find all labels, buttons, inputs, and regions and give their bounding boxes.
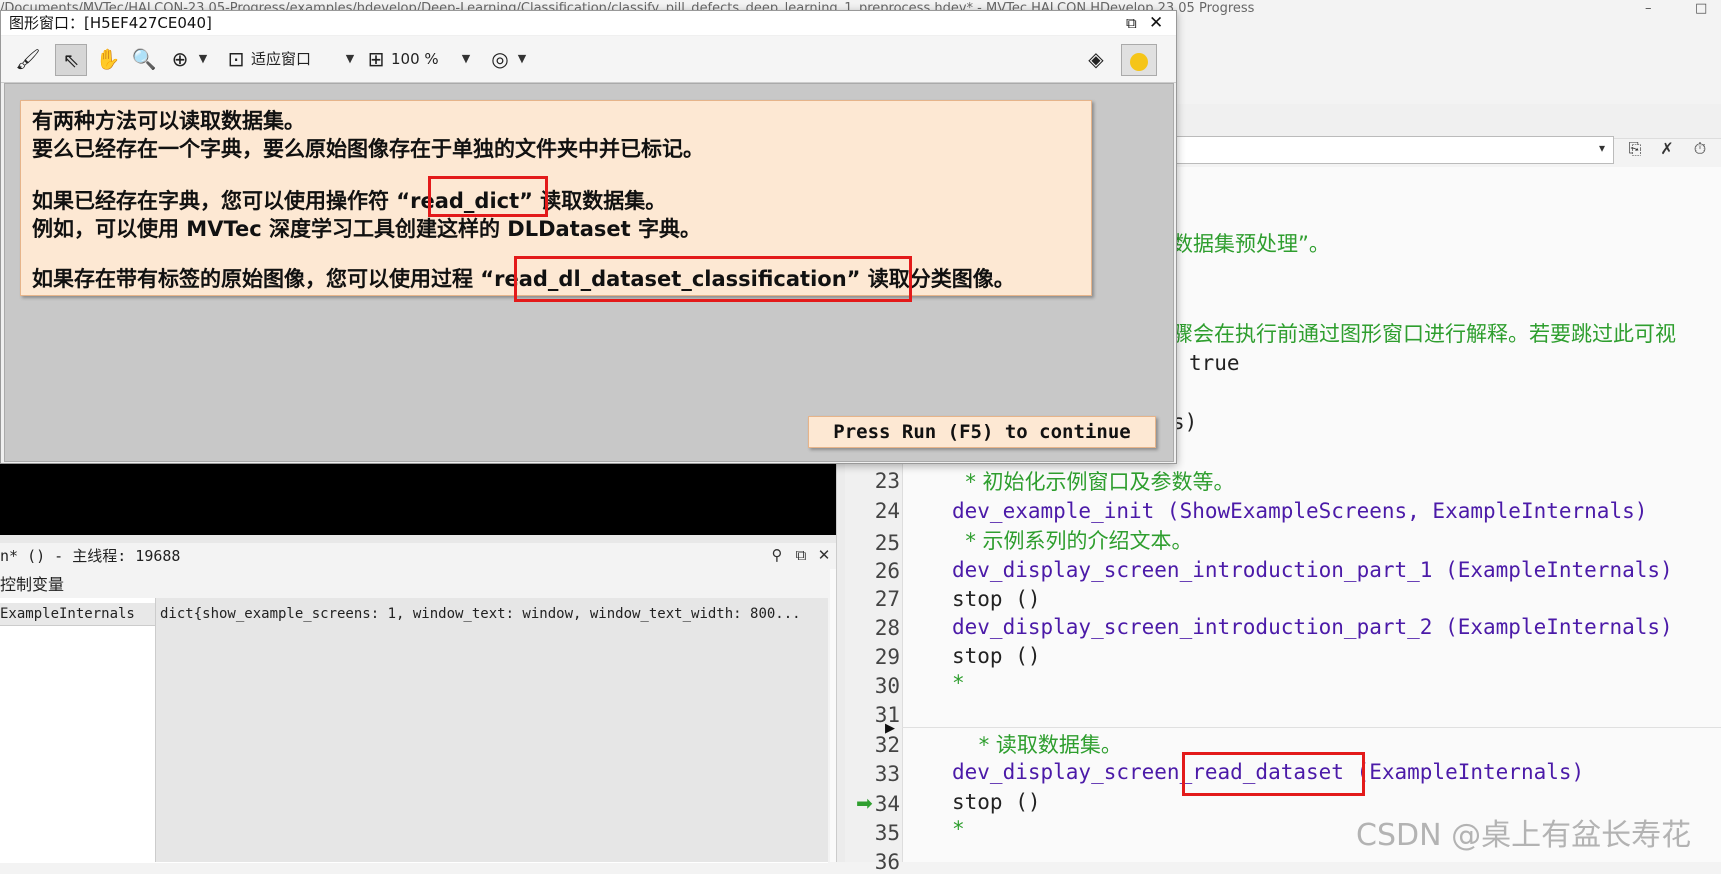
line-number: 32 <box>874 733 900 757</box>
program-counter-arrow-icon: ➡ <box>856 791 873 815</box>
code-fragment: 骤会在执行前通过图形窗口进行解释。若要跳过此可视 <box>1172 322 1676 346</box>
code-line: * 读取数据集。 <box>952 733 1122 757</box>
graphics-toolbar: 🖌 ⇖ ✋ 🔍 ⊕ ▼ ⊡ 适应窗口 ▼ ⊞ 100 % ▼ ◎ ▼ ◈ <box>1 36 1176 83</box>
code-line: stop () <box>952 790 1041 814</box>
graphics-window-title: 图形窗口：[H5EF427CE040] <box>9 14 212 32</box>
graphics-canvas-background <box>0 462 836 535</box>
restore-icon[interactable]: ⧉ <box>1126 11 1137 35</box>
chevron-down-icon[interactable]: ▼ <box>343 44 357 74</box>
restore-icon[interactable]: ⧉ <box>792 546 810 564</box>
maximize-button[interactable]: □ <box>1695 0 1707 18</box>
highlight-read-dl-dataset <box>514 256 912 302</box>
fit-window-label[interactable]: 适应窗口 <box>251 44 351 74</box>
code-line: dev_display_screen_introduction_part_1 (… <box>952 558 1673 582</box>
line-number: 28 <box>874 616 900 640</box>
layers-icon[interactable]: ◈ <box>1081 44 1111 74</box>
code-toolbar <box>1172 104 1721 139</box>
separator <box>902 727 1721 728</box>
code-line: stop () <box>952 644 1041 668</box>
tab-control-variables[interactable]: 控制变量 <box>0 572 64 598</box>
clear-breakpoints-icon[interactable]: ✗ <box>1655 137 1679 161</box>
chevron-down-icon[interactable]: ▾ <box>1599 141 1605 155</box>
zoom-level-icon[interactable]: ⊞ <box>363 44 389 74</box>
search-icon[interactable]: 🔍 <box>129 44 159 74</box>
code-line: * <box>952 817 965 841</box>
variable-window-header: n* () - 主线程: 19688 <box>0 543 836 569</box>
hand-icon[interactable]: ✋ <box>93 44 123 74</box>
timer-icon[interactable]: ⏱ <box>1688 137 1712 161</box>
line-number: 26 <box>874 559 900 583</box>
insert-cursor-icon: ▶ <box>885 721 895 736</box>
code-fragment: 数据集预处理”。 <box>1172 232 1330 256</box>
variable-name-column <box>0 598 156 862</box>
line-number: 36 <box>874 850 900 874</box>
fit-window-icon[interactable]: ⊡ <box>223 44 249 74</box>
minimize-button[interactable]: – <box>1645 0 1652 18</box>
line-number: 23 <box>874 469 900 493</box>
vertical-splitter[interactable] <box>836 462 845 862</box>
line-number: 35 <box>874 821 900 845</box>
lightbulb-icon[interactable] <box>1121 44 1157 76</box>
line-number: 24 <box>874 499 900 523</box>
message-line: 有两种方法可以读取数据集。 <box>32 109 305 133</box>
line-number: 30 <box>874 674 900 698</box>
code-line: * 示例系列的介绍文本。 <box>952 529 1193 553</box>
line-number: 25 <box>874 531 900 555</box>
chevron-down-icon[interactable]: ▼ <box>459 44 473 74</box>
close-icon[interactable]: ✕ <box>815 546 833 564</box>
chevron-down-icon[interactable]: ▼ <box>515 44 529 74</box>
clipboard-icon[interactable]: ⎘ <box>1623 137 1647 161</box>
pointer-icon[interactable]: ⇖ <box>55 44 87 76</box>
code-line: dev_display_screen_introduction_part_2 (… <box>952 615 1673 639</box>
graphics-window-title-bar: 图形窗口：[H5EF427CE040] ⧉ ✕ <box>1 11 1176 35</box>
variable-name[interactable]: ExampleInternals <box>0 603 155 626</box>
line-number: 33 <box>874 762 900 786</box>
highlight-read-dict <box>428 176 548 217</box>
line-number: 29 <box>874 645 900 669</box>
highlight-read-dataset <box>1182 752 1365 796</box>
brush-icon[interactable]: 🖌 <box>13 44 43 74</box>
chevron-down-icon[interactable]: ▼ <box>196 44 210 74</box>
variable-value[interactable]: dict{show_example_screens: 1, window_tex… <box>160 603 826 625</box>
shape-icon[interactable]: ◎ <box>485 44 515 74</box>
message-line: 如果已经存在字典，您可以使用操作符 “read_dict” 读取数据集。 <box>32 189 667 213</box>
close-icon[interactable]: ✕ <box>1149 11 1163 35</box>
code-line: stop () <box>952 587 1041 611</box>
procedure-combo[interactable]: ▾ <box>1172 136 1614 164</box>
pin-icon[interactable]: ⚲ <box>768 546 786 564</box>
message-line: 例如，可以使用 MVTec 深度学习工具创建这样的 DLDataset 字典。 <box>32 217 702 241</box>
continue-prompt: Press Run (F5) to continue <box>808 416 1156 448</box>
zoom-in-icon[interactable]: ⊕ <box>165 44 195 74</box>
code-fragment: true <box>1189 351 1240 375</box>
variable-value-column <box>156 598 828 862</box>
panel-splitter[interactable] <box>0 535 836 543</box>
code-line: * 初始化示例窗口及参数等。 <box>952 470 1235 494</box>
code-line: dev_example_init (ShowExampleScreens, Ex… <box>952 499 1648 523</box>
line-number: 27 <box>874 587 900 611</box>
graphics-window: 图形窗口：[H5EF427CE040] ⧉ ✕ 🖌 ⇖ ✋ 🔍 ⊕ ▼ ⊡ 适应… <box>0 10 1177 464</box>
variable-window-title: n* () - 主线程: 19688 <box>0 547 181 565</box>
code-line: * <box>952 671 965 695</box>
message-line: 要么已经存在一个字典，要么原始图像存在于单独的文件夹中并已标记。 <box>32 137 704 161</box>
watermark: CSDN @桌上有盆长寿花 <box>1356 818 1692 853</box>
